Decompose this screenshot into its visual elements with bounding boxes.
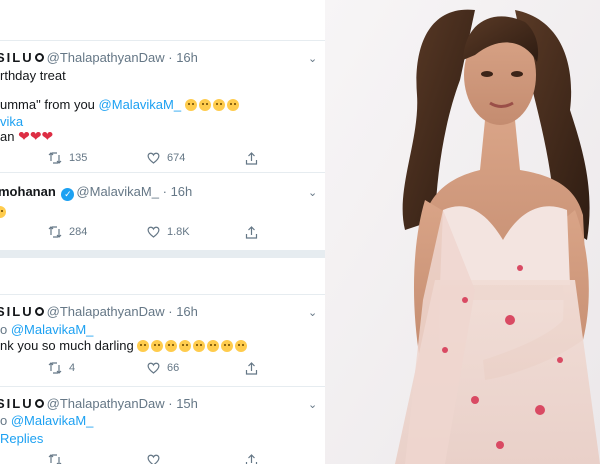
- like-button[interactable]: 674: [147, 152, 185, 164]
- chevron-down-icon[interactable]: ⌄: [308, 306, 317, 319]
- tweet-actions: 4 66: [0, 362, 325, 382]
- retweet-icon: [48, 152, 62, 164]
- separator: ·: [162, 184, 167, 199]
- tweet-1[interactable]: SILU @ThalapathyanDaw · 16h ⌄ rthday trea…: [0, 40, 325, 180]
- timestamp[interactable]: 16h: [176, 304, 198, 319]
- reply-to-line: o @MalavikaM_: [0, 322, 94, 337]
- chevron-down-icon[interactable]: ⌄: [308, 398, 317, 411]
- reply-to-line: o @MalavikaM_: [0, 413, 94, 428]
- author-handle[interactable]: @ThalapathyanDaw: [47, 304, 165, 319]
- section-gap: [0, 250, 325, 258]
- like-count: 674: [167, 152, 186, 164]
- retweet-button[interactable]: 4: [48, 362, 75, 374]
- portrait-illustration: [325, 0, 600, 464]
- share-button[interactable]: [245, 362, 265, 375]
- like-count: 66: [167, 362, 180, 374]
- retweet-icon: [48, 226, 62, 238]
- like-button[interactable]: 66: [147, 362, 179, 374]
- show-replies-link[interactable]: Replies: [0, 431, 43, 446]
- timestamp[interactable]: 16h: [176, 50, 198, 65]
- emoji-icon: [151, 340, 164, 352]
- emoji-icon: [212, 99, 225, 111]
- like-count: 1.8K: [167, 226, 190, 238]
- chevron-down-icon[interactable]: ⌄: [308, 52, 317, 65]
- tweet-4[interactable]: SILU @ThalapathyanDaw · 15h ⌄ o @Malavika…: [0, 386, 325, 464]
- emoji-icon: [198, 99, 211, 111]
- share-icon: [245, 362, 258, 375]
- author-name[interactable]: mohanan: [0, 184, 56, 199]
- like-button[interactable]: 1.8K: [147, 226, 190, 238]
- mention-link[interactable]: @MalavikaM_: [11, 322, 94, 337]
- separator: ·: [168, 396, 173, 411]
- retweet-count: 4: [69, 362, 76, 374]
- mention-link[interactable]: @MalavikaM_: [11, 413, 94, 428]
- tweet-feed: SILU @ThalapathyanDaw · 16h ⌄ rthday trea…: [0, 0, 325, 464]
- retweet-button[interactable]: 135: [48, 152, 87, 164]
- portrait-photo: [325, 0, 600, 464]
- tweet-text: nk you so much darling: [0, 338, 249, 353]
- badge-icon: [34, 399, 44, 408]
- tweet-actions: [0, 454, 325, 464]
- tweet-text: [0, 204, 8, 219]
- tweet-2[interactable]: mohanan ✓ @MalavikaM_ · 16h ⌄ 284 1.8K: [0, 172, 325, 250]
- emoji-icon: [207, 340, 220, 352]
- tweet-actions: 284 1.8K: [0, 226, 325, 246]
- retweet-button[interactable]: [48, 454, 69, 464]
- tweet-actions: 135 674: [0, 152, 325, 172]
- share-icon: [245, 226, 258, 239]
- retweet-icon: [48, 454, 62, 464]
- badge-icon: [34, 307, 44, 316]
- timestamp[interactable]: 15h: [176, 396, 198, 411]
- author-handle[interactable]: @ThalapathyanDaw: [47, 396, 165, 411]
- mention-link[interactable]: vika: [0, 114, 23, 129]
- separator: ·: [168, 50, 173, 65]
- timestamp[interactable]: 16h: [171, 184, 193, 199]
- tweet-text: an ❤❤❤: [0, 128, 54, 144]
- emoji-icon: [179, 340, 192, 352]
- heart-icon: [147, 226, 160, 238]
- emoji-icon: [235, 340, 248, 352]
- emoji-icon: [193, 340, 206, 352]
- tweet-3[interactable]: SILU @ThalapathyanDaw · 16h ⌄ o @Malavika…: [0, 294, 325, 386]
- share-icon: [245, 454, 258, 464]
- share-button[interactable]: [245, 152, 265, 165]
- heart-emoji-icon: ❤❤❤: [18, 128, 54, 144]
- emoji-icon: [165, 340, 178, 352]
- share-button[interactable]: [245, 454, 265, 464]
- separator: ·: [168, 304, 173, 319]
- like-button[interactable]: [147, 454, 167, 464]
- share-button[interactable]: [245, 226, 265, 239]
- badge-icon: [34, 53, 44, 62]
- heart-icon: [147, 152, 160, 164]
- author-name[interactable]: SILU: [0, 304, 34, 319]
- heart-icon: [147, 362, 160, 374]
- heart-icon: [147, 454, 160, 464]
- retweet-count: 135: [69, 152, 88, 164]
- author-name[interactable]: SILU: [0, 50, 34, 65]
- share-icon: [245, 152, 258, 165]
- emoji-icon: [184, 99, 197, 111]
- retweet-button[interactable]: 284: [48, 226, 87, 238]
- chevron-down-icon[interactable]: ⌄: [308, 186, 317, 199]
- emoji-icon: [0, 206, 6, 218]
- mention-link[interactable]: @MalavikaM_: [99, 97, 182, 112]
- author-name[interactable]: SILU: [0, 396, 34, 411]
- emoji-icon: [221, 340, 234, 352]
- verified-badge-icon: ✓: [61, 188, 75, 201]
- tweet-text: umma" from you @MalavikaM_: [0, 97, 241, 112]
- retweet-icon: [48, 362, 62, 374]
- emoji-icon: [137, 340, 150, 352]
- author-handle[interactable]: @MalavikaM_: [76, 184, 159, 199]
- emoji-icon: [226, 99, 239, 111]
- tweet-text: rthday treat: [0, 68, 66, 83]
- author-handle[interactable]: @ThalapathyanDaw: [47, 50, 165, 65]
- retweet-count: 284: [69, 226, 88, 238]
